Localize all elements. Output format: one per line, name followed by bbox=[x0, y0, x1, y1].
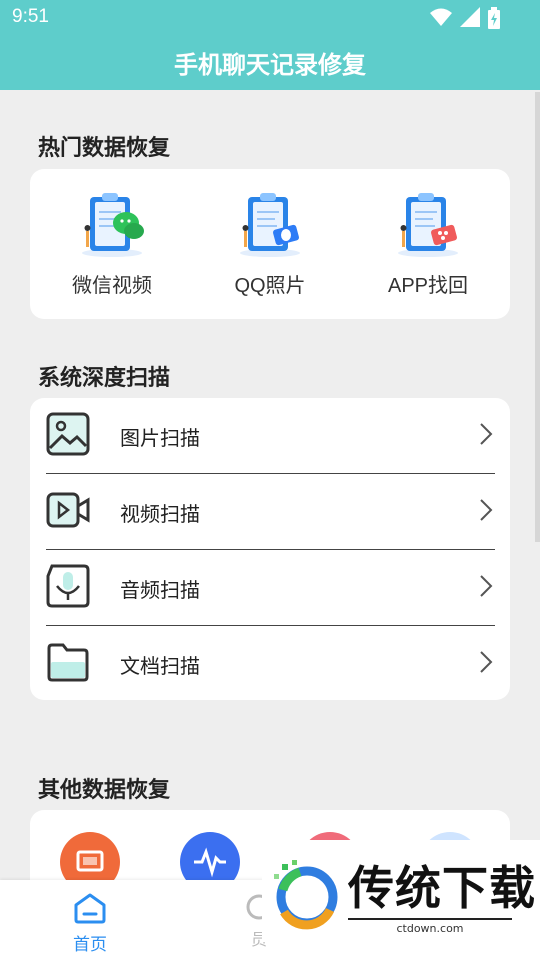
video-icon bbox=[46, 492, 90, 528]
chevron-right-icon bbox=[480, 651, 493, 673]
scan-row-video[interactable]: 视频扫描 bbox=[46, 474, 495, 549]
chevron-right-icon bbox=[480, 499, 493, 521]
scan-label: 视频扫描 bbox=[120, 502, 200, 526]
status-bar: 9:51 bbox=[0, 0, 540, 36]
status-icons bbox=[430, 7, 500, 29]
scrollbar[interactable] bbox=[535, 92, 540, 542]
folder-icon bbox=[47, 643, 89, 682]
deep-scan-card: 图片扫描 视频扫描 音频扫描 文档扫描 bbox=[30, 398, 510, 700]
watermark-url: ctdown.com bbox=[348, 918, 512, 935]
scan-label: 音频扫描 bbox=[120, 578, 200, 602]
scan-row-audio[interactable]: 音频扫描 bbox=[46, 550, 495, 625]
section-title-hot: 热门数据恢复 bbox=[38, 136, 171, 161]
hot-item-wechat-video[interactable]: 微信视频 bbox=[42, 187, 182, 298]
section-title-deep-scan: 系统深度扫描 bbox=[38, 366, 171, 391]
chevron-right-icon bbox=[480, 575, 493, 597]
ctdown-logo-icon bbox=[274, 860, 338, 930]
battery-icon bbox=[488, 7, 500, 29]
hot-item-qq-photo[interactable]: QQ照片 bbox=[200, 187, 340, 298]
signal-icon bbox=[460, 7, 480, 27]
hot-item-app-recover[interactable]: APP找回 bbox=[358, 187, 498, 298]
microphone-icon bbox=[46, 564, 90, 608]
hot-item-label: 微信视频 bbox=[72, 275, 152, 297]
scan-row-document[interactable]: 文档扫描 bbox=[46, 626, 495, 701]
page-title: 手机聊天记录修复 bbox=[174, 51, 366, 79]
scan-label: 图片扫描 bbox=[120, 426, 200, 450]
section-title-other: 其他数据恢复 bbox=[38, 778, 171, 803]
hot-item-label: APP找回 bbox=[387, 275, 469, 297]
home-icon bbox=[74, 893, 106, 924]
tab-home[interactable]: 首页 bbox=[58, 892, 122, 955]
watermark: 传统下载 ctdown.com bbox=[262, 840, 540, 942]
qq-document-icon bbox=[240, 193, 300, 257]
wechat-document-icon bbox=[82, 193, 144, 257]
chevron-right-icon bbox=[480, 423, 493, 445]
wifi-icon bbox=[430, 8, 452, 26]
app-document-icon bbox=[398, 193, 458, 257]
scan-label: 文档扫描 bbox=[120, 654, 200, 678]
status-time: 9:51 bbox=[12, 6, 49, 27]
scan-row-image[interactable]: 图片扫描 bbox=[46, 398, 495, 473]
app-bar: 手机聊天记录修复 bbox=[0, 36, 540, 90]
hot-recovery-card: 微信视频 QQ照片 APP找回 bbox=[30, 169, 510, 319]
watermark-text: 传统下载 bbox=[348, 861, 536, 915]
hot-item-label: QQ照片 bbox=[234, 275, 306, 297]
tab-home-label: 首页 bbox=[73, 935, 107, 955]
image-icon bbox=[46, 412, 90, 456]
